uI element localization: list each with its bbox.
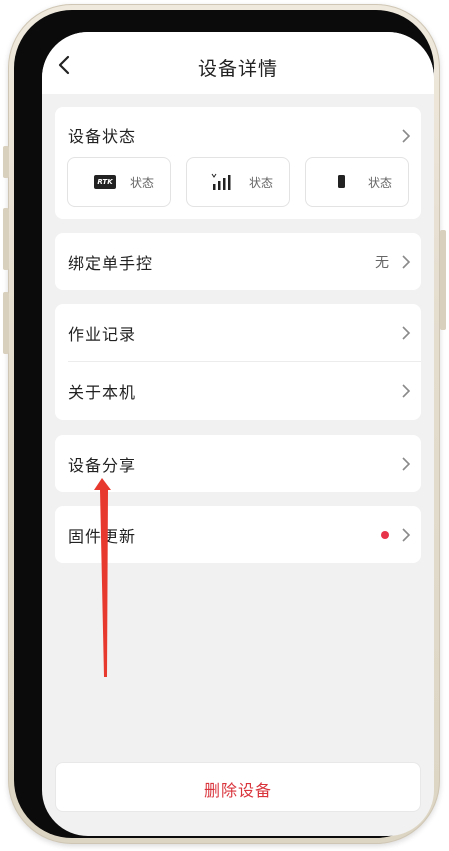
phone-side-button [3, 292, 9, 354]
battery-icon [338, 175, 345, 188]
device-status-card[interactable]: 设备状态 RTK 状态 状态 状态 [55, 107, 421, 219]
device-status-title: 设备状态 [68, 127, 137, 146]
device-share-row[interactable]: 设备分享 [55, 435, 421, 492]
rtk-badge: RTK [97, 178, 113, 186]
device-share-card[interactable]: 设备分享 [55, 435, 421, 492]
work-log-label: 作业记录 [68, 324, 137, 344]
page-title: 设备详情 [197, 58, 278, 80]
records-card: 作业记录 关于本机 [55, 304, 421, 420]
phone-frame: 设备详情 设备状态 RTK 状态 状态 状态 绑定单手控 无 作业记录 关于本机… [14, 10, 434, 838]
work-log-row[interactable]: 作业记录 [55, 304, 421, 361]
chevron-right-icon [402, 254, 411, 269]
rtk-icon: RTK [94, 175, 116, 189]
bind-remote-value: 无 [375, 254, 389, 271]
phone-side-button [3, 146, 9, 178]
bind-remote-card[interactable]: 绑定单手控 无 [55, 233, 421, 290]
delete-device-button[interactable]: 删除设备 [55, 762, 421, 812]
rtk-status-label: 状态 [130, 176, 155, 190]
chevron-right-icon [402, 384, 411, 398]
about-device-row[interactable]: 关于本机 [55, 362, 421, 420]
phone-side-button [3, 208, 9, 270]
screen: 设备详情 设备状态 RTK 状态 状态 状态 绑定单手控 无 作业记录 关于本机… [42, 32, 434, 836]
chevron-right-icon [402, 527, 411, 542]
firmware-update-label: 固件更新 [68, 526, 137, 546]
battery-status-label: 状态 [368, 176, 393, 190]
bind-remote-row[interactable]: 绑定单手控 无 [55, 233, 421, 290]
top-bar: 设备详情 [42, 32, 434, 94]
about-device-label: 关于本机 [68, 383, 137, 402]
rtk-status-tile[interactable]: RTK 状态 [67, 157, 171, 207]
phone-side-button [440, 230, 446, 330]
bind-remote-label: 绑定单手控 [68, 253, 154, 273]
device-share-label: 设备分享 [68, 455, 137, 475]
firmware-update-row[interactable]: 固件更新 [55, 506, 421, 563]
battery-status-tile[interactable]: 状态 [305, 157, 409, 207]
chevron-right-icon [402, 129, 411, 143]
chevron-right-icon [402, 456, 411, 471]
firmware-update-card[interactable]: 固件更新 [55, 506, 421, 563]
signal-status-label: 状态 [249, 176, 274, 190]
chevron-right-icon [402, 325, 411, 340]
signal-status-tile[interactable]: 状态 [186, 157, 290, 207]
update-dot-badge [381, 530, 389, 539]
delete-device-label: 删除设备 [203, 781, 272, 800]
signal-icon [211, 173, 231, 190]
